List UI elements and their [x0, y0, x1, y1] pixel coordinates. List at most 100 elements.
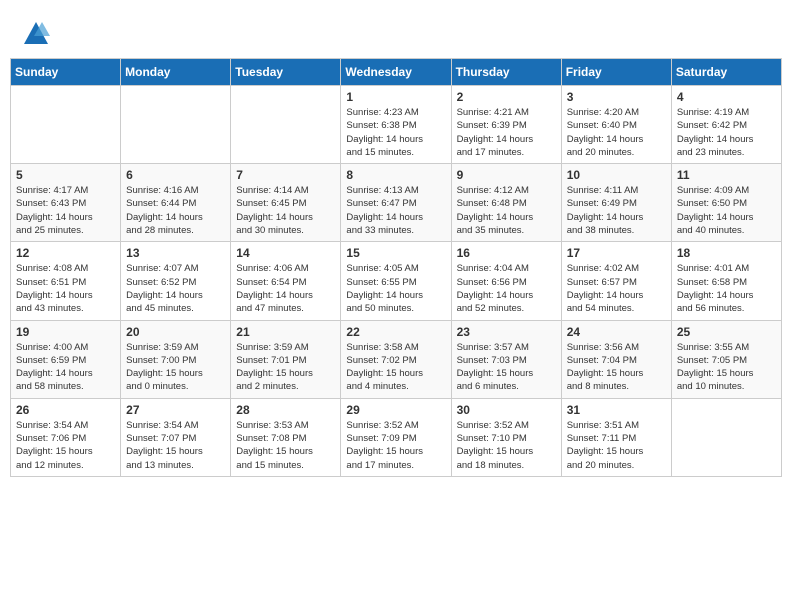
calendar-cell: 21 Sunrise: 3:59 AM Sunset: 7:01 PM Dayli… — [231, 320, 341, 398]
day-info: Sunrise: 3:52 AM Sunset: 7:10 PM Dayligh… — [457, 419, 556, 472]
weekday-header: Friday — [561, 59, 671, 86]
day-number: 6 — [126, 168, 225, 182]
day-info: Sunrise: 4:17 AM Sunset: 6:43 PM Dayligh… — [16, 184, 115, 237]
day-info: Sunrise: 3:55 AM Sunset: 7:05 PM Dayligh… — [677, 341, 776, 394]
calendar-header-row: SundayMondayTuesdayWednesdayThursdayFrid… — [11, 59, 782, 86]
page-header — [10, 10, 782, 53]
calendar-cell: 16 Sunrise: 4:04 AM Sunset: 6:56 PM Dayli… — [451, 242, 561, 320]
calendar-cell: 8 Sunrise: 4:13 AM Sunset: 6:47 PM Daylig… — [341, 164, 451, 242]
day-number: 4 — [677, 90, 776, 104]
day-number: 7 — [236, 168, 335, 182]
day-number: 27 — [126, 403, 225, 417]
day-number: 24 — [567, 325, 666, 339]
day-number: 2 — [457, 90, 556, 104]
calendar-cell — [121, 86, 231, 164]
day-info: Sunrise: 3:54 AM Sunset: 7:06 PM Dayligh… — [16, 419, 115, 472]
calendar-cell — [231, 86, 341, 164]
day-number: 3 — [567, 90, 666, 104]
logo-icon — [22, 20, 50, 48]
calendar-week-row: 19 Sunrise: 4:00 AM Sunset: 6:59 PM Dayli… — [11, 320, 782, 398]
calendar-cell: 15Sunrise: 4:05 AM Sunset: 6:55 PM Dayli… — [341, 242, 451, 320]
weekday-header: Thursday — [451, 59, 561, 86]
day-info: Sunrise: 3:59 AM Sunset: 7:00 PM Dayligh… — [126, 341, 225, 394]
calendar-cell: 12 Sunrise: 4:08 AM Sunset: 6:51 PM Dayli… — [11, 242, 121, 320]
weekday-header: Tuesday — [231, 59, 341, 86]
day-number: 11 — [677, 168, 776, 182]
calendar-cell — [11, 86, 121, 164]
day-info: Sunrise: 4:02 AM Sunset: 6:57 PM Dayligh… — [567, 262, 666, 315]
day-info: Sunrise: 4:04 AM Sunset: 6:56 PM Dayligh… — [457, 262, 556, 315]
calendar-week-row: 12 Sunrise: 4:08 AM Sunset: 6:51 PM Dayli… — [11, 242, 782, 320]
calendar-cell: 4Sunrise: 4:19 AM Sunset: 6:42 PM Daylig… — [671, 86, 781, 164]
weekday-header: Saturday — [671, 59, 781, 86]
calendar-cell: 29Sunrise: 3:52 AM Sunset: 7:09 PM Dayli… — [341, 398, 451, 476]
weekday-header: Monday — [121, 59, 231, 86]
day-info: Sunrise: 4:21 AM Sunset: 6:39 PM Dayligh… — [457, 106, 556, 159]
day-number: 28 — [236, 403, 335, 417]
calendar-cell — [671, 398, 781, 476]
calendar-cell: 22Sunrise: 3:58 AM Sunset: 7:02 PM Dayli… — [341, 320, 451, 398]
calendar-week-row: 1Sunrise: 4:23 AM Sunset: 6:38 PM Daylig… — [11, 86, 782, 164]
day-info: Sunrise: 4:07 AM Sunset: 6:52 PM Dayligh… — [126, 262, 225, 315]
day-info: Sunrise: 4:01 AM Sunset: 6:58 PM Dayligh… — [677, 262, 776, 315]
weekday-header: Sunday — [11, 59, 121, 86]
calendar-cell: 2 Sunrise: 4:21 AM Sunset: 6:39 PM Daylig… — [451, 86, 561, 164]
day-number: 15 — [346, 246, 445, 260]
calendar-cell: 30 Sunrise: 3:52 AM Sunset: 7:10 PM Dayli… — [451, 398, 561, 476]
day-number: 29 — [346, 403, 445, 417]
calendar-table: SundayMondayTuesdayWednesdayThursdayFrid… — [10, 58, 782, 477]
day-number: 30 — [457, 403, 556, 417]
calendar-cell: 1Sunrise: 4:23 AM Sunset: 6:38 PM Daylig… — [341, 86, 451, 164]
calendar-cell: 9 Sunrise: 4:12 AM Sunset: 6:48 PM Daylig… — [451, 164, 561, 242]
calendar-cell: 23 Sunrise: 3:57 AM Sunset: 7:03 PM Dayli… — [451, 320, 561, 398]
day-number: 16 — [457, 246, 556, 260]
day-number: 26 — [16, 403, 115, 417]
day-info: Sunrise: 4:23 AM Sunset: 6:38 PM Dayligh… — [346, 106, 445, 159]
day-number: 18 — [677, 246, 776, 260]
logo — [20, 20, 50, 48]
day-info: Sunrise: 4:09 AM Sunset: 6:50 PM Dayligh… — [677, 184, 776, 237]
day-number: 9 — [457, 168, 556, 182]
day-info: Sunrise: 4:20 AM Sunset: 6:40 PM Dayligh… — [567, 106, 666, 159]
day-number: 8 — [346, 168, 445, 182]
calendar-cell: 25Sunrise: 3:55 AM Sunset: 7:05 PM Dayli… — [671, 320, 781, 398]
day-info: Sunrise: 3:54 AM Sunset: 7:07 PM Dayligh… — [126, 419, 225, 472]
day-info: Sunrise: 3:53 AM Sunset: 7:08 PM Dayligh… — [236, 419, 335, 472]
calendar-week-row: 26 Sunrise: 3:54 AM Sunset: 7:06 PM Dayli… — [11, 398, 782, 476]
weekday-header: Wednesday — [341, 59, 451, 86]
day-number: 31 — [567, 403, 666, 417]
day-info: Sunrise: 4:12 AM Sunset: 6:48 PM Dayligh… — [457, 184, 556, 237]
calendar-cell: 24Sunrise: 3:56 AM Sunset: 7:04 PM Dayli… — [561, 320, 671, 398]
calendar-cell: 27 Sunrise: 3:54 AM Sunset: 7:07 PM Dayli… — [121, 398, 231, 476]
day-number: 13 — [126, 246, 225, 260]
calendar-cell: 28 Sunrise: 3:53 AM Sunset: 7:08 PM Dayli… — [231, 398, 341, 476]
calendar-cell: 20 Sunrise: 3:59 AM Sunset: 7:00 PM Dayli… — [121, 320, 231, 398]
day-info: Sunrise: 4:06 AM Sunset: 6:54 PM Dayligh… — [236, 262, 335, 315]
day-info: Sunrise: 3:58 AM Sunset: 7:02 PM Dayligh… — [346, 341, 445, 394]
calendar-cell: 14 Sunrise: 4:06 AM Sunset: 6:54 PM Dayli… — [231, 242, 341, 320]
day-number: 17 — [567, 246, 666, 260]
day-number: 14 — [236, 246, 335, 260]
calendar-cell: 18 Sunrise: 4:01 AM Sunset: 6:58 PM Dayli… — [671, 242, 781, 320]
day-number: 20 — [126, 325, 225, 339]
day-info: Sunrise: 3:57 AM Sunset: 7:03 PM Dayligh… — [457, 341, 556, 394]
day-info: Sunrise: 4:14 AM Sunset: 6:45 PM Dayligh… — [236, 184, 335, 237]
calendar-cell: 6Sunrise: 4:16 AM Sunset: 6:44 PM Daylig… — [121, 164, 231, 242]
calendar-cell: 7 Sunrise: 4:14 AM Sunset: 6:45 PM Daylig… — [231, 164, 341, 242]
day-info: Sunrise: 4:13 AM Sunset: 6:47 PM Dayligh… — [346, 184, 445, 237]
day-number: 21 — [236, 325, 335, 339]
calendar-cell: 19 Sunrise: 4:00 AM Sunset: 6:59 PM Dayli… — [11, 320, 121, 398]
day-info: Sunrise: 4:00 AM Sunset: 6:59 PM Dayligh… — [16, 341, 115, 394]
day-number: 23 — [457, 325, 556, 339]
calendar-cell: 17 Sunrise: 4:02 AM Sunset: 6:57 PM Dayli… — [561, 242, 671, 320]
day-info: Sunrise: 4:11 AM Sunset: 6:49 PM Dayligh… — [567, 184, 666, 237]
day-number: 5 — [16, 168, 115, 182]
calendar-cell: 11 Sunrise: 4:09 AM Sunset: 6:50 PM Dayli… — [671, 164, 781, 242]
day-number: 12 — [16, 246, 115, 260]
day-info: Sunrise: 4:08 AM Sunset: 6:51 PM Dayligh… — [16, 262, 115, 315]
calendar-cell: 26 Sunrise: 3:54 AM Sunset: 7:06 PM Dayli… — [11, 398, 121, 476]
day-number: 19 — [16, 325, 115, 339]
day-info: Sunrise: 3:51 AM Sunset: 7:11 PM Dayligh… — [567, 419, 666, 472]
day-info: Sunrise: 3:59 AM Sunset: 7:01 PM Dayligh… — [236, 341, 335, 394]
calendar-cell: 5 Sunrise: 4:17 AM Sunset: 6:43 PM Daylig… — [11, 164, 121, 242]
